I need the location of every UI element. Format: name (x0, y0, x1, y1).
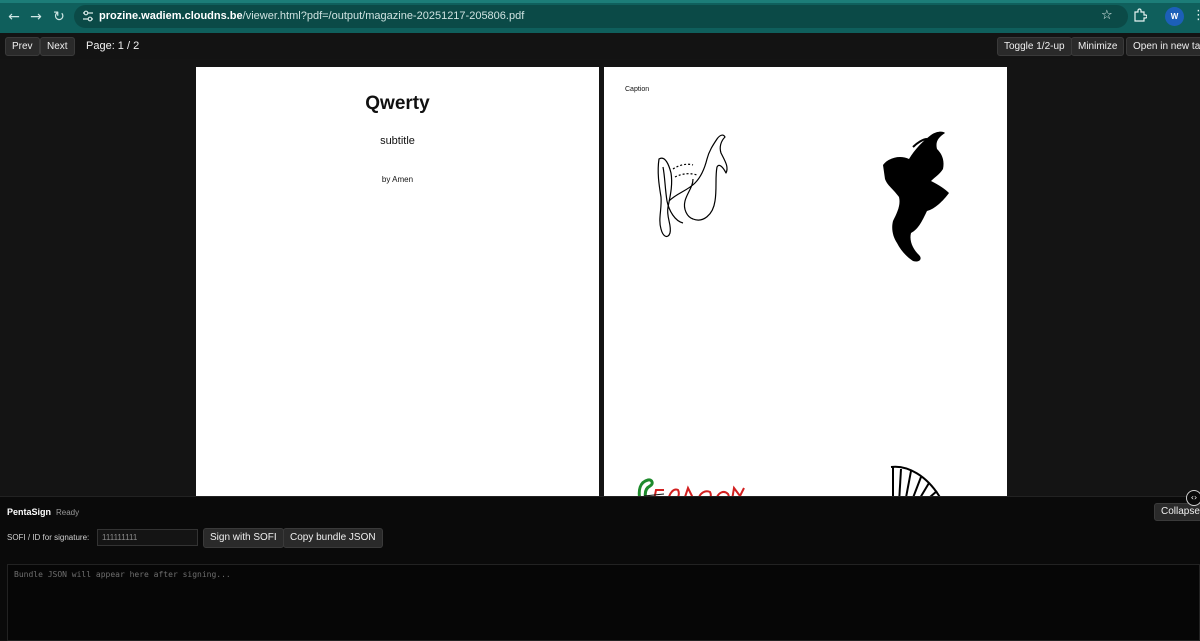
pentasign-panel: PentaSign Ready Collapse SOFI / ID for s… (0, 496, 1200, 641)
toggle-layout-button[interactable]: Toggle 1/2-up (997, 37, 1072, 56)
sofi-label: SOFI / ID for signature: (7, 533, 90, 542)
forward-icon[interactable]: → (27, 8, 45, 26)
pdf-page-2: Caption (604, 67, 1007, 496)
page-subtitle: subtitle (380, 135, 415, 147)
colored-scribble-drawing (637, 478, 745, 496)
panel-title: PentaSign (7, 507, 52, 517)
page-title: Qwerty (365, 93, 430, 114)
prev-button[interactable]: Prev (5, 37, 40, 56)
url-host: prozine.wadiem.cloudns.be (99, 10, 243, 22)
browser-toolbar: ← → ↻ prozine.wadiem.cloudns.be/viewer.h… (0, 0, 1200, 33)
back-icon[interactable]: ← (5, 8, 23, 26)
pdf-viewer[interactable]: Qwerty subtitle by Amen Caption (0, 59, 1200, 496)
code-toggle-icon[interactable]: ‹› (1186, 490, 1200, 506)
kebab-menu-icon[interactable]: ⋮ (1192, 8, 1200, 23)
page-indicator: Page: 1 / 2 (86, 40, 140, 52)
star-icon[interactable]: ☆ (1101, 8, 1113, 23)
fan-sketch-drawing (890, 465, 941, 496)
sofi-input[interactable] (97, 529, 198, 546)
reload-icon[interactable]: ↻ (50, 8, 68, 26)
page-byline: by Amen (381, 175, 414, 184)
site-info-icon[interactable] (82, 9, 94, 23)
open-new-tab-button[interactable]: Open in new tab (1126, 37, 1200, 56)
pdf-page-1: Qwerty subtitle by Amen (196, 67, 599, 496)
profile-avatar[interactable]: W (1165, 7, 1184, 26)
puzzle-icon[interactable] (1133, 8, 1147, 22)
url-path: /viewer.html?pdf=/output/magazine-202512… (242, 10, 525, 22)
url-text[interactable]: prozine.wadiem.cloudns.be/viewer.html?pd… (99, 10, 524, 22)
sign-with-sofi-button[interactable]: Sign with SOFI (203, 528, 284, 548)
next-button[interactable]: Next (40, 37, 75, 56)
panel-status: Ready (56, 508, 80, 517)
tab-strip (0, 0, 1200, 3)
page-caption: Caption (625, 86, 650, 93)
bundle-json-textarea[interactable] (7, 564, 1200, 641)
minimize-button[interactable]: Minimize (1071, 37, 1125, 56)
line-drawing-figure (657, 134, 728, 238)
ink-silhouette-figure (883, 131, 949, 262)
copy-bundle-json-button[interactable]: Copy bundle JSON (283, 528, 383, 548)
